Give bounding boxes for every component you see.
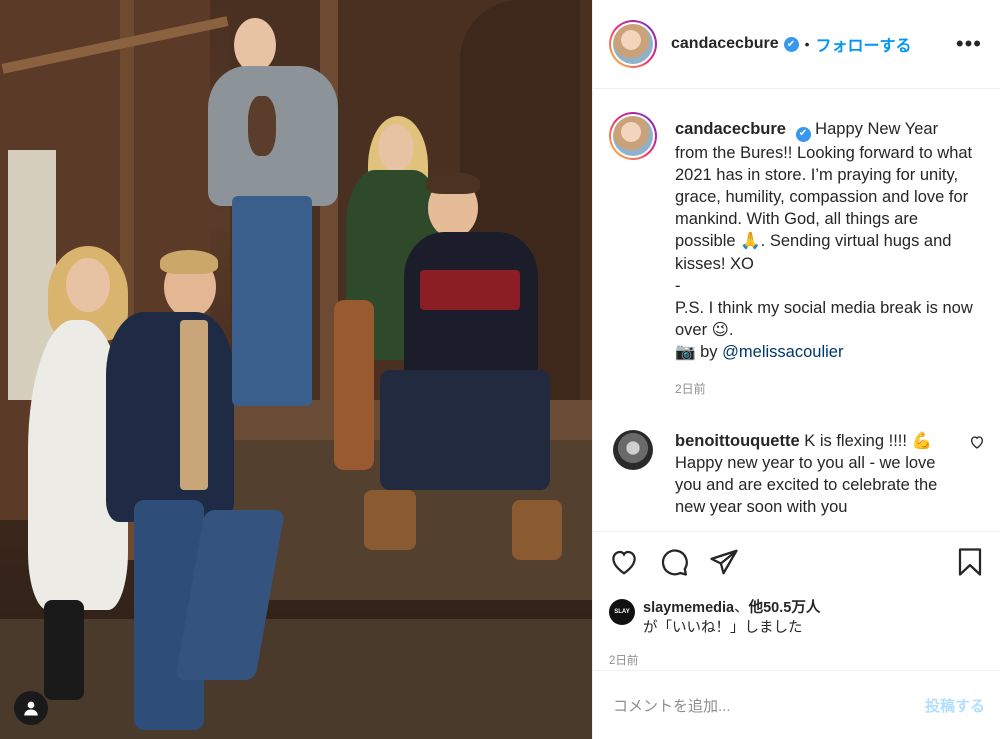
post-actions: SLAY slaymemedia、他50.5万人 が「いいね！」しました 2日前 — [593, 531, 1000, 668]
photo-credit: 📷 by @melissacoulier — [675, 341, 975, 363]
likes-joiner: 、 — [734, 600, 749, 616]
comment-icon[interactable] — [659, 547, 689, 577]
liker-avatar[interactable]: SLAY — [609, 599, 635, 625]
post-comment-button[interactable]: 投稿する — [925, 695, 985, 716]
caption-time[interactable]: 2日前 — [675, 378, 975, 400]
post-photo[interactable] — [0, 0, 592, 739]
camera-icon: 📷 by — [675, 343, 718, 362]
more-options-icon[interactable]: ••• — [956, 31, 982, 57]
paper-plane-icon[interactable] — [709, 547, 739, 577]
comments-list[interactable]: candacecbure ✔ Happy New Year from the B… — [593, 90, 1000, 531]
author-username[interactable]: candacecbure — [671, 35, 779, 53]
comment-item: benoittouquette K is flexing !!!! 💪 Happ… — [609, 429, 985, 519]
post-side-panel: candacecbure ✔ • フォローする ••• candacecbure… — [592, 0, 1000, 739]
likes-summary: SLAY slaymemedia、他50.5万人 が「いいね！」しました — [609, 598, 985, 638]
verified-badge-icon: ✔ — [795, 126, 811, 142]
likes-count-link[interactable]: 他50.5万人 — [749, 600, 821, 616]
add-comment-bar: コメントを追加... 投稿する — [593, 670, 1000, 739]
commenter-avatar[interactable] — [613, 429, 653, 470]
heart-icon[interactable] — [609, 547, 639, 577]
caption-text: Happy New Year from the Bures!! Looking … — [675, 120, 973, 273]
bookmark-icon[interactable] — [955, 547, 985, 577]
caption: candacecbure ✔ Happy New Year from the B… — [609, 112, 985, 400]
commenter-username[interactable]: benoittouquette — [675, 432, 800, 450]
likes-suffix: が「いいね！」しました — [643, 620, 803, 636]
caption-ps: P.S. I think my social media break is no… — [675, 299, 973, 340]
user-tag-icon[interactable] — [14, 691, 48, 725]
verified-badge-icon: ✔ — [783, 36, 799, 52]
liker-username[interactable]: slaymemedia — [643, 600, 734, 616]
header-separator: • — [804, 36, 810, 52]
caption-dash: - — [675, 276, 681, 295]
post-time[interactable]: 2日前 — [609, 652, 985, 668]
credit-mention-link[interactable]: @melissacoulier — [722, 343, 843, 361]
comment-input[interactable]: コメントを追加... — [613, 695, 731, 716]
post-header: candacecbure ✔ • フォローする ••• — [593, 0, 1000, 89]
caption-avatar[interactable] — [609, 112, 657, 160]
caption-username[interactable]: candacecbure — [675, 120, 786, 138]
follow-button[interactable]: フォローする — [816, 32, 912, 56]
comment-like-heart-icon[interactable] — [969, 434, 985, 519]
author-avatar[interactable] — [609, 20, 657, 68]
